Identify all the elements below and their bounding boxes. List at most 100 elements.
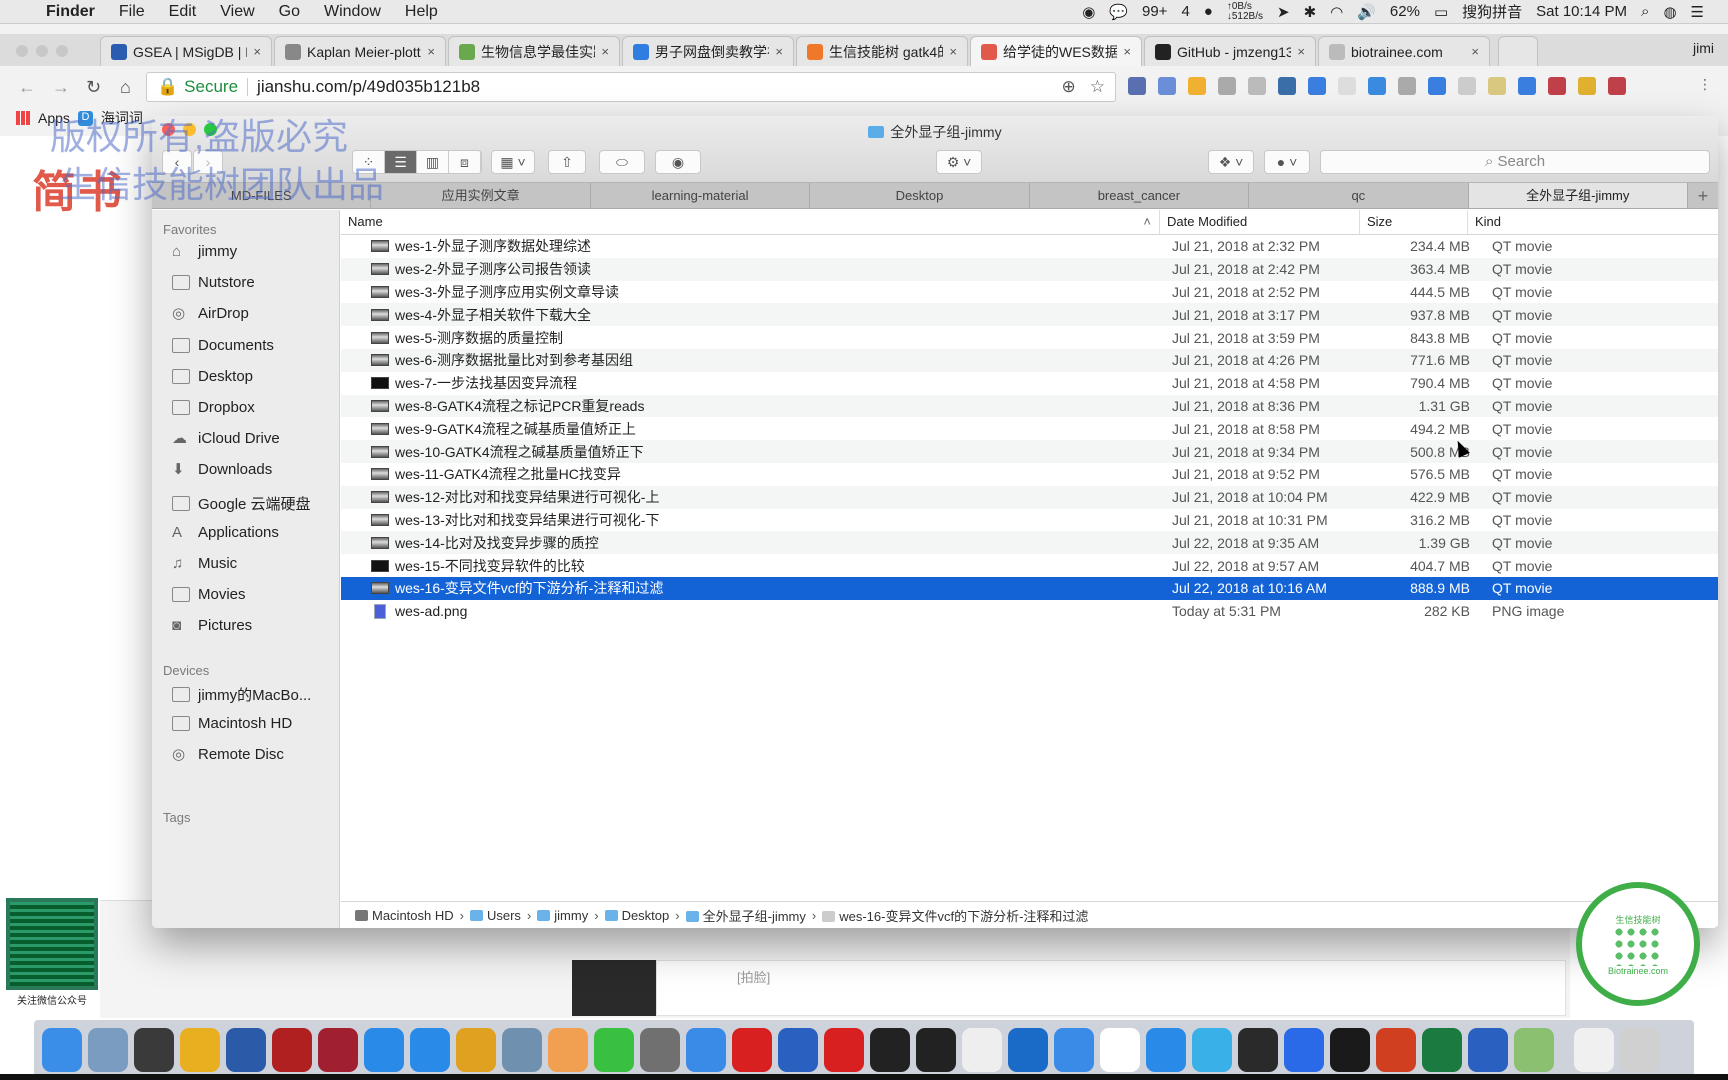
extension-icon[interactable] <box>1278 77 1296 95</box>
finder-tab[interactable]: breast_cancer <box>1030 183 1250 208</box>
extension-icon[interactable] <box>1308 77 1326 95</box>
extension-icon[interactable] <box>1608 77 1626 95</box>
bookmark-star-icon[interactable]: ☆ <box>1090 77 1105 97</box>
dock-chrome-icon[interactable] <box>456 1028 496 1072</box>
extension-icon[interactable] <box>1128 77 1146 95</box>
dock-baidu-cloud-icon[interactable] <box>1146 1028 1186 1072</box>
dock-system-preferences-icon[interactable] <box>640 1028 680 1072</box>
volume-icon[interactable]: 🔊 <box>1357 3 1376 21</box>
extension-icon[interactable] <box>1488 77 1506 95</box>
extension-icon[interactable] <box>1338 77 1356 95</box>
sidebar-item[interactable]: ⌂ jimmy <box>172 243 237 260</box>
url-text[interactable]: jianshu.com/p/49d035b121b8 <box>257 77 480 97</box>
extension-icon[interactable] <box>1578 77 1596 95</box>
home-icon[interactable]: ⌂ <box>120 77 136 98</box>
dock-mindnode-icon[interactable] <box>318 1028 358 1072</box>
dock-powerpoint-icon[interactable] <box>1376 1028 1416 1072</box>
forward-icon[interactable]: → <box>52 77 70 98</box>
file-row[interactable]: wes-6-测序数据批量比对到参考基因组 Jul 21, 2018 at 4:26… <box>341 348 1718 372</box>
file-row[interactable]: wes-16-变异文件vcf的下游分析-注释和过滤 Jul 22, 2018 at… <box>341 576 1718 600</box>
menu-window[interactable]: Window <box>324 3 381 21</box>
sidebar-item[interactable]: Dropbox <box>172 399 255 416</box>
icon-view-button[interactable]: ⁘ <box>353 151 385 173</box>
file-row[interactable]: wes-5-测序数据的质量控制 Jul 21, 2018 at 3:59 PM 84… <box>341 326 1718 349</box>
path-segment[interactable]: Macintosh HD <box>355 908 454 923</box>
sidebar-item[interactable]: jimmy的MacBo... <box>172 684 311 705</box>
dropbox-button[interactable]: ❖ ˅ <box>1208 150 1254 174</box>
path-segment[interactable]: jimmy <box>537 908 588 923</box>
dock-qq-chat-icon[interactable] <box>1192 1028 1232 1072</box>
browser-tab[interactable]: GSEA | MSigDB | M × <box>100 36 272 66</box>
file-row[interactable]: wes-10-GATK4流程之碱基质量值矫正下 Jul 21, 2018 at 9… <box>341 440 1718 463</box>
menu-edit[interactable]: Edit <box>169 3 197 21</box>
extension-icon[interactable] <box>1458 77 1476 95</box>
dock-typora-icon[interactable] <box>962 1028 1002 1072</box>
extension-button[interactable]: ● ˅ <box>1264 150 1310 174</box>
file-row[interactable]: wes-11-GATK4流程之批量HC找变异 Jul 21, 2018 at 9:… <box>341 463 1718 486</box>
dock-sublime-text-icon[interactable] <box>134 1028 174 1072</box>
battery-icon[interactable]: ▭ <box>1434 3 1448 21</box>
wechat-icon[interactable]: 💬 <box>1109 3 1128 21</box>
browser-tab[interactable]: 男子网盘倒卖教学视 × <box>622 36 794 66</box>
sidebar-item[interactable]: Macintosh HD <box>172 715 292 732</box>
file-row[interactable]: wes-3-外显子测序应用实例文章导读 Jul 21, 2018 at 2:52 … <box>341 281 1718 304</box>
dock-sketch-blue-icon[interactable] <box>1054 1028 1094 1072</box>
finder-tab[interactable]: learning-material <box>591 183 811 208</box>
dock-rstudio-icon[interactable] <box>1468 1028 1508 1072</box>
tab-close-icon[interactable]: × <box>427 44 435 59</box>
tab-close-icon[interactable]: × <box>253 44 261 59</box>
extension-icon[interactable] <box>1188 77 1206 95</box>
extension-icon[interactable] <box>1218 77 1236 95</box>
profile-name[interactable]: jimi <box>1693 40 1714 56</box>
file-row[interactable]: wes-8-GATK4流程之标记PCR重复reads Jul 21, 2018 a… <box>341 394 1718 418</box>
extension-icon[interactable] <box>1368 77 1386 95</box>
gallery-view-button[interactable]: ⧈ <box>449 151 481 173</box>
notification-count[interactable]: 4 <box>1181 3 1189 20</box>
browser-tab[interactable]: 生物信息学最佳实践 × <box>448 36 620 66</box>
dock-mail-utility-icon[interactable] <box>502 1028 542 1072</box>
arrange-button[interactable]: ▦ ˅ <box>491 150 535 174</box>
column-name[interactable]: Name ˄ <box>341 210 1160 234</box>
dock-iterm-icon[interactable] <box>916 1028 956 1072</box>
siri-icon[interactable]: ◍ <box>1663 3 1676 21</box>
dock-terminal-icon[interactable] <box>870 1028 910 1072</box>
dock-outlook-icon[interactable] <box>1008 1028 1048 1072</box>
sidebar-item[interactable]: Documents <box>172 337 274 354</box>
dock-app-store-icon[interactable] <box>410 1028 450 1072</box>
file-row[interactable]: wes-9-GATK4流程之碱基质量值矫正上 Jul 21, 2018 at 8:… <box>341 417 1718 440</box>
dock-finder-icon[interactable] <box>42 1028 82 1072</box>
dock-xmind-icon[interactable] <box>1100 1028 1140 1072</box>
finder-tab[interactable]: 全外显子组-jimmy <box>1468 183 1688 208</box>
path-segment[interactable]: Desktop <box>604 908 669 923</box>
menu-go[interactable]: Go <box>279 3 300 21</box>
file-row[interactable]: wes-15-不同找变异软件的比较 Jul 22, 2018 at 9:57 AM… <box>341 554 1718 577</box>
file-row[interactable]: wes-7-一步法找基因变异流程 Jul 21, 2018 at 4:58 PM 7… <box>341 372 1718 395</box>
file-row[interactable]: wes-4-外显子相关软件下载大全 Jul 21, 2018 at 3:17 PM… <box>341 303 1718 327</box>
file-row[interactable]: wes-ad.png Today at 5:31 PM 282 KB PNG imag… <box>341 600 1718 623</box>
extension-icon[interactable] <box>1548 77 1566 95</box>
sidebar-item[interactable]: ◙ Pictures <box>172 617 252 634</box>
extension-icon[interactable] <box>1248 77 1266 95</box>
list-view-button[interactable]: ☰ <box>385 151 417 173</box>
finder-tab[interactable]: MD-FILES <box>152 183 372 208</box>
column-date[interactable]: Date Modified <box>1160 210 1360 234</box>
browser-tab[interactable]: Kaplan Meier-plott × <box>274 36 446 66</box>
clock[interactable]: Sat 10:14 PM <box>1536 3 1627 20</box>
sidebar-item[interactable]: Nutstore <box>172 274 255 291</box>
sidebar-item[interactable]: ♫ Music <box>172 555 237 572</box>
back-icon[interactable]: ← <box>18 77 36 98</box>
dock-photos-icon[interactable] <box>548 1028 588 1072</box>
search-field[interactable]: ⌕ Search <box>1320 150 1710 174</box>
notification-center-icon[interactable]: ☰ <box>1691 3 1704 21</box>
reload-icon[interactable]: ↻ <box>86 77 102 98</box>
wifi-icon[interactable]: ◠ <box>1330 3 1343 21</box>
menu-view[interactable]: View <box>220 3 254 21</box>
send-icon[interactable]: ➤ <box>1277 3 1290 21</box>
tab-close-icon[interactable]: × <box>601 44 609 59</box>
dock-maps-icon[interactable] <box>1514 1028 1554 1072</box>
path-segment[interactable]: Users <box>469 908 521 923</box>
menu-file[interactable]: File <box>119 3 145 21</box>
file-row[interactable]: wes-12-对比对和找变异结果进行可视化-上 Jul 21, 2018 at 1… <box>341 485 1718 509</box>
sidebar-item[interactable]: Google 云端硬盘 <box>172 493 311 514</box>
bookmark-apps[interactable]: Apps <box>38 110 70 126</box>
